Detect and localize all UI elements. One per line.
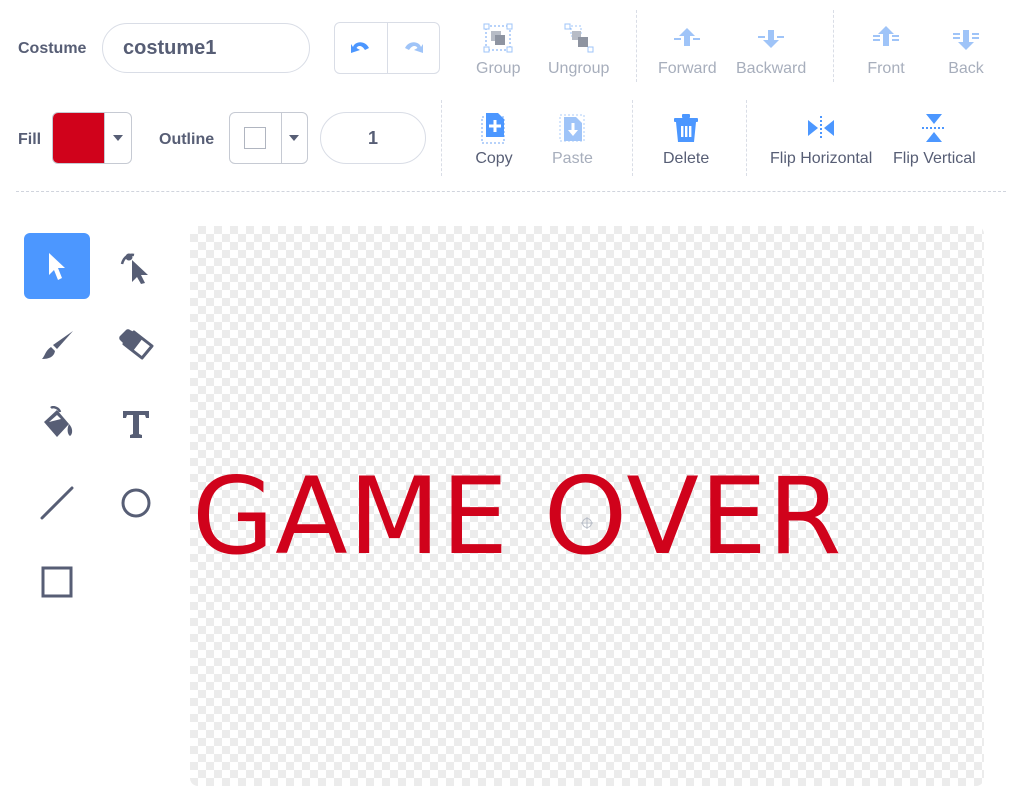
ungroup-button[interactable]: Ungroup [548, 18, 609, 78]
front-button[interactable]: Front [866, 18, 906, 78]
redo-button[interactable] [386, 23, 440, 73]
fill-color-picker[interactable] [52, 112, 132, 164]
copy-button[interactable]: Copy [474, 108, 514, 168]
back-label: Back [948, 60, 984, 77]
group-label: Group [476, 60, 521, 77]
toolbar-divider [632, 100, 633, 176]
toolbar-divider [636, 10, 637, 82]
flip-horizontal-button[interactable]: Flip Horizontal [770, 108, 872, 168]
fill-swatch [53, 113, 105, 163]
select-tool[interactable] [24, 233, 90, 299]
center-crosshair-icon [581, 517, 593, 529]
line-icon [40, 486, 74, 520]
circle-icon [121, 488, 151, 518]
flip-vertical-button[interactable]: Flip Vertical [893, 108, 976, 168]
rectangle-tool[interactable] [24, 549, 90, 615]
reshape-icon [120, 253, 148, 284]
reshape-tool[interactable] [103, 233, 169, 299]
chevron-down-icon [113, 135, 124, 141]
forward-button[interactable]: Forward [658, 18, 717, 78]
paste-label: Paste [552, 150, 593, 167]
group-icon [483, 23, 513, 53]
flip-horizontal-label: Flip Horizontal [770, 150, 873, 167]
toolbar-divider [441, 100, 442, 176]
delete-label: Delete [663, 150, 710, 167]
chevron-down-icon [289, 135, 300, 141]
outline-color-picker[interactable] [229, 112, 308, 164]
line-tool[interactable] [24, 470, 90, 536]
forward-icon [674, 28, 701, 46]
toolbar-divider [833, 10, 834, 82]
outline-dropdown[interactable] [280, 113, 307, 163]
text-icon [123, 411, 149, 438]
backward-label: Backward [736, 60, 807, 77]
eraser-icon [119, 329, 154, 360]
circle-tool[interactable] [103, 470, 169, 536]
group-button[interactable]: Group [476, 18, 520, 78]
back-button[interactable]: Back [946, 18, 986, 78]
backward-icon [758, 30, 785, 48]
outline-label: Outline [159, 131, 215, 148]
delete-button[interactable]: Delete [663, 108, 709, 168]
fill-tool[interactable] [24, 391, 90, 457]
outline-swatch [230, 113, 281, 163]
back-icon [953, 30, 979, 50]
undo-redo-group [334, 22, 440, 74]
fill-label: Fill [18, 131, 42, 148]
eraser-tool[interactable] [103, 312, 169, 378]
ungroup-icon [564, 23, 594, 53]
forward-label: Forward [658, 60, 717, 77]
text-tool[interactable] [103, 391, 169, 457]
front-icon [873, 26, 899, 46]
ungroup-label: Ungroup [548, 60, 610, 77]
paste-button[interactable]: Paste [552, 108, 593, 168]
outline-width-input[interactable] [320, 112, 426, 164]
drawing-canvas[interactable]: GAME OVER [190, 226, 984, 786]
flip-horizontal-icon [808, 116, 835, 140]
undo-button[interactable] [335, 23, 387, 73]
brush-tool[interactable] [24, 312, 90, 378]
copy-icon [481, 113, 505, 144]
toolbar-divider [746, 100, 747, 176]
brush-icon [42, 331, 73, 359]
select-arrow-icon [49, 253, 65, 280]
toolbar-bottom-divider [16, 191, 1006, 192]
copy-label: Copy [475, 150, 513, 167]
fill-dropdown[interactable] [104, 113, 131, 163]
costume-name-input[interactable] [102, 23, 310, 73]
paint-bucket-icon [44, 406, 73, 437]
paste-icon [559, 114, 586, 142]
trash-icon [674, 114, 699, 142]
backward-button[interactable]: Backward [736, 18, 806, 78]
front-label: Front [867, 60, 905, 77]
costume-label: Costume [18, 40, 87, 57]
canvas-text-object[interactable]: GAME OVER [192, 464, 843, 570]
rectangle-icon [41, 566, 73, 598]
redo-icon [405, 42, 424, 53]
undo-icon [350, 42, 369, 53]
flip-vertical-icon [922, 114, 947, 142]
flip-vertical-label: Flip Vertical [893, 150, 976, 167]
